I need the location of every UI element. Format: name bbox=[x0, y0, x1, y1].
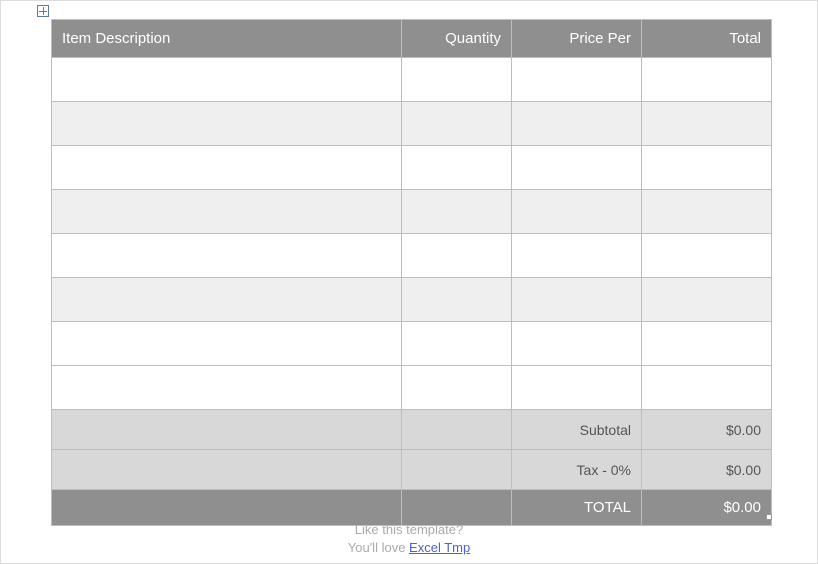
cell-qty[interactable] bbox=[402, 278, 512, 322]
excel-tmp-link[interactable]: Excel Tmp bbox=[409, 540, 470, 555]
table-row[interactable] bbox=[52, 366, 772, 410]
cell-price[interactable] bbox=[512, 366, 642, 410]
table-row[interactable] bbox=[52, 322, 772, 366]
cell-desc[interactable] bbox=[52, 366, 402, 410]
table-row[interactable] bbox=[52, 234, 772, 278]
footer: Like this template? You'll love Excel Tm… bbox=[1, 521, 817, 557]
cell-total[interactable] bbox=[642, 190, 772, 234]
cell-desc[interactable] bbox=[52, 278, 402, 322]
table-header-row: Item Description Quantity Price Per Tota… bbox=[52, 20, 772, 58]
subtotal-spacer bbox=[402, 410, 512, 450]
table-row[interactable] bbox=[52, 278, 772, 322]
cell-desc[interactable] bbox=[52, 190, 402, 234]
cell-desc[interactable] bbox=[52, 102, 402, 146]
table-row[interactable] bbox=[52, 102, 772, 146]
cell-price[interactable] bbox=[512, 190, 642, 234]
cell-price[interactable] bbox=[512, 278, 642, 322]
subtotal-value: $0.00 bbox=[642, 410, 772, 450]
header-price-per: Price Per bbox=[512, 20, 642, 58]
cell-total[interactable] bbox=[642, 102, 772, 146]
table-anchor-icon[interactable] bbox=[37, 5, 49, 17]
table-resize-handle-icon[interactable] bbox=[766, 514, 772, 520]
cell-total[interactable] bbox=[642, 146, 772, 190]
tax-spacer bbox=[52, 450, 402, 490]
cell-price[interactable] bbox=[512, 322, 642, 366]
cell-total[interactable] bbox=[642, 322, 772, 366]
footer-line2: You'll love Excel Tmp bbox=[1, 539, 817, 557]
tax-label: Tax - 0% bbox=[512, 450, 642, 490]
table-row[interactable] bbox=[52, 190, 772, 234]
footer-line1: Like this template? bbox=[1, 521, 817, 539]
cell-qty[interactable] bbox=[402, 102, 512, 146]
tax-spacer bbox=[402, 450, 512, 490]
header-total: Total bbox=[642, 20, 772, 58]
invoice-table-container: Item Description Quantity Price Per Tota… bbox=[51, 19, 771, 526]
invoice-table: Item Description Quantity Price Per Tota… bbox=[51, 19, 772, 526]
cell-desc[interactable] bbox=[52, 58, 402, 102]
tax-value: $0.00 bbox=[642, 450, 772, 490]
cell-price[interactable] bbox=[512, 102, 642, 146]
cell-desc[interactable] bbox=[52, 322, 402, 366]
cell-total[interactable] bbox=[642, 366, 772, 410]
cell-qty[interactable] bbox=[402, 322, 512, 366]
subtotal-spacer bbox=[52, 410, 402, 450]
header-item-description: Item Description bbox=[52, 20, 402, 58]
cell-qty[interactable] bbox=[402, 366, 512, 410]
cell-qty[interactable] bbox=[402, 190, 512, 234]
subtotal-label: Subtotal bbox=[512, 410, 642, 450]
table-row[interactable] bbox=[52, 146, 772, 190]
cell-desc[interactable] bbox=[52, 146, 402, 190]
footer-prefix: You'll love bbox=[348, 540, 409, 555]
cell-total[interactable] bbox=[642, 278, 772, 322]
header-quantity: Quantity bbox=[402, 20, 512, 58]
cell-qty[interactable] bbox=[402, 58, 512, 102]
cell-total[interactable] bbox=[642, 234, 772, 278]
tax-row: Tax - 0% $0.00 bbox=[52, 450, 772, 490]
cell-qty[interactable] bbox=[402, 234, 512, 278]
cell-total[interactable] bbox=[642, 58, 772, 102]
cell-price[interactable] bbox=[512, 58, 642, 102]
cell-qty[interactable] bbox=[402, 146, 512, 190]
cell-price[interactable] bbox=[512, 146, 642, 190]
table-row[interactable] bbox=[52, 58, 772, 102]
subtotal-row: Subtotal $0.00 bbox=[52, 410, 772, 450]
cell-desc[interactable] bbox=[52, 234, 402, 278]
cell-price[interactable] bbox=[512, 234, 642, 278]
